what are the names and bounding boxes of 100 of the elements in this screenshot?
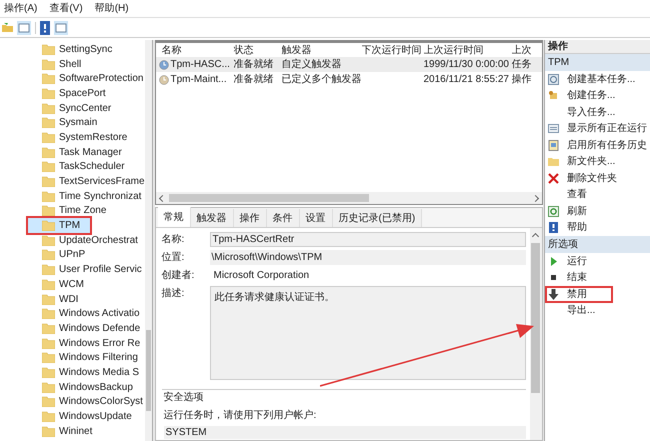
tree-item[interactable]: TextServicesFrame — [40, 174, 145, 189]
folder-icon — [42, 117, 55, 128]
action-item[interactable]: 创建任务... — [545, 88, 650, 104]
column-header[interactable]: 触发器 — [282, 42, 362, 58]
tree-item[interactable]: Windows Filtering — [40, 350, 145, 366]
tab[interactable]: 操作 — [234, 209, 266, 227]
tree-item[interactable]: Windows Error Re — [40, 336, 145, 350]
delete-icon — [548, 172, 559, 184]
location-field[interactable]: \Microsoft\Windows\TPM — [210, 250, 526, 265]
tree-item[interactable]: SettingSync — [40, 42, 145, 57]
tree-item[interactable]: Task Manager — [40, 144, 145, 160]
action-item[interactable]: 结束 — [545, 270, 650, 286]
tree-item[interactable]: WindowsBackup — [40, 380, 145, 394]
user-account-field[interactable]: SYSTEM — [164, 426, 526, 439]
folder-icon — [42, 190, 55, 202]
folder-icon — [42, 264, 55, 276]
folder-icon — [42, 132, 55, 143]
table-cell-text: 准备就绪 — [234, 58, 274, 72]
horizontal-scrollbar[interactable] — [156, 192, 542, 204]
table-cell-text: Tpm-Maint... — [170, 73, 227, 87]
list-icon — [548, 123, 559, 134]
tree-item[interactable]: TaskScheduler — [40, 160, 145, 174]
action-item[interactable]: 帮助 — [545, 220, 650, 236]
action-item[interactable]: 查看 — [545, 186, 650, 203]
action-item[interactable]: 删除文件夹 — [545, 170, 650, 186]
tree-item[interactable]: WindowsUpdate — [40, 409, 145, 424]
tab[interactable]: 触发器 — [190, 209, 234, 227]
folder-icon[interactable] — [2, 22, 13, 33]
action-item[interactable]: 新文件夹... — [545, 154, 650, 170]
folder-icon — [42, 249, 55, 260]
tab[interactable]: 历史记录(已禁用) — [332, 209, 422, 227]
tree-item[interactable]: WindowsColorSyst — [40, 394, 145, 410]
name-field[interactable]: Tpm-HASCertRetr — [210, 232, 526, 247]
action-item[interactable]: 刷新 — [545, 203, 650, 220]
action-item[interactable]: 禁用 — [545, 286, 613, 302]
tab[interactable]: 条件 — [266, 209, 300, 227]
tree-item[interactable]: Sysmain — [40, 115, 145, 130]
panel-icon[interactable] — [54, 20, 68, 34]
folder-icon — [42, 220, 55, 232]
column-header[interactable]: 上次运行时间 — [424, 42, 512, 58]
scrollbar[interactable] — [530, 228, 542, 440]
menu-item[interactable]: 操作(A) — [4, 1, 38, 16]
scrollbar[interactable] — [144, 40, 152, 441]
action-item[interactable]: 运行 — [545, 253, 650, 270]
section-header[interactable]: TPM — [545, 54, 650, 71]
folder-icon — [42, 322, 55, 334]
tree-item[interactable]: User Profile Servic — [40, 262, 145, 277]
tree-item[interactable]: Shell — [40, 56, 145, 72]
panel-icon[interactable] — [17, 20, 31, 34]
folder-icon — [42, 44, 55, 55]
description-field[interactable]: 此任务请求健康认证证书。 — [210, 286, 526, 380]
field-label: 描述: — [162, 286, 186, 301]
tab[interactable]: 常规 — [158, 207, 190, 227]
section-header[interactable]: 所选项 — [545, 236, 650, 253]
column-header[interactable]: 上次 — [512, 42, 542, 58]
action-item[interactable]: 导出... — [545, 302, 650, 319]
folder-icon — [42, 366, 55, 378]
menu-item[interactable]: 查看(V) — [49, 1, 83, 16]
tree-item[interactable]: SoftwareProtection — [40, 71, 145, 86]
action-item[interactable]: 显示所有正在运行 — [545, 120, 650, 137]
menu-item[interactable]: 帮助(H) — [94, 1, 129, 16]
clock-icon — [548, 74, 559, 85]
tree-item[interactable]: Time Zone — [40, 204, 145, 218]
author-field[interactable]: Microsoft Corporation — [210, 268, 526, 283]
column-header[interactable]: 下次运行时间 — [362, 42, 424, 58]
tree-item[interactable]: SpacePort — [40, 86, 145, 101]
tab[interactable]: 设置 — [300, 209, 332, 227]
play-icon — [548, 256, 559, 267]
folder-icon — [42, 308, 55, 320]
column-header[interactable]: 状态 — [234, 42, 282, 58]
action-item[interactable]: 启用所有任务历史 — [545, 137, 650, 154]
action-item[interactable]: 导入任务... — [545, 104, 650, 120]
folder-icon — [42, 88, 55, 99]
folder-icon — [42, 146, 55, 158]
tree-item[interactable]: Windows Activatio — [40, 306, 145, 322]
pane-title: 操作 — [545, 40, 650, 54]
tree-item[interactable]: WDI — [40, 292, 145, 306]
tree-item[interactable]: Wininet — [40, 424, 145, 439]
tree-item[interactable]: TPM — [28, 218, 90, 233]
tree-item[interactable]: SystemRestore — [40, 130, 145, 145]
folder-icon — [42, 102, 55, 114]
tree-item[interactable]: SyncCenter — [40, 100, 145, 116]
task-row[interactable]: Tpm-Maint... 准备就绪 已定义多个触发器 2016/11/21 8:55:27 操作 — [156, 72, 542, 87]
folder-icon — [42, 294, 55, 305]
tree-item[interactable]: WCM — [40, 277, 145, 292]
table-cell-text: 自定义触发器 — [282, 58, 342, 72]
tree-item[interactable]: Windows Media S — [40, 365, 145, 380]
table-cell-text: Tpm-HASC... — [170, 58, 230, 72]
task-row[interactable]: Tpm-HASC... 准备就绪 自定义触发器 1999/11/30 0:00:00 任务 — [156, 57, 542, 72]
action-item[interactable]: 创建基本任务... — [545, 71, 650, 88]
help-icon[interactable] — [40, 20, 50, 34]
tree-item[interactable]: Windows Defende — [40, 321, 145, 336]
column-header[interactable]: 名称 — [162, 42, 234, 58]
tree-item[interactable]: UPnP — [40, 248, 145, 262]
refresh-icon — [548, 206, 559, 217]
table-cell-text: 准备就绪 — [234, 72, 274, 87]
folder-icon — [42, 73, 55, 84]
tree-item[interactable]: Time Synchronizat — [40, 188, 145, 204]
folder-icon — [42, 176, 55, 188]
tree-item[interactable]: UpdateOrchestrat — [40, 232, 145, 248]
